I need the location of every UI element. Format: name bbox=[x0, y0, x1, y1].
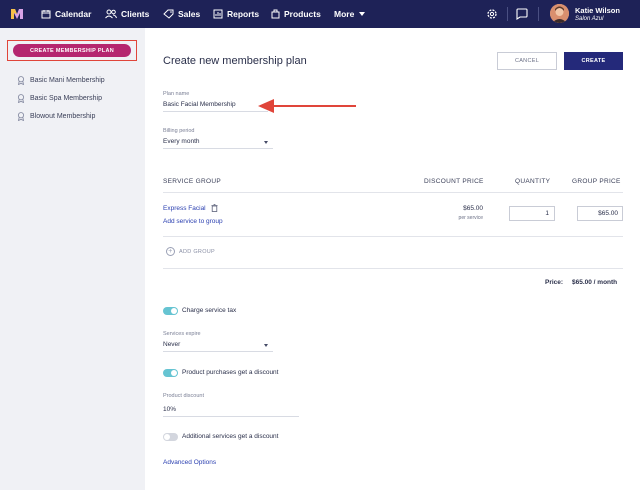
product-discount-toggle-label: Product purchases get a discount bbox=[182, 369, 279, 376]
gear-icon[interactable] bbox=[485, 7, 499, 21]
column-header-service-group: SERVICE GROUP bbox=[163, 178, 221, 185]
table-bottom-divider bbox=[163, 268, 623, 269]
nav-divider bbox=[507, 7, 508, 21]
membership-badge-icon bbox=[17, 112, 25, 121]
services-expire-select[interactable]: Never bbox=[163, 341, 180, 348]
nav-calendar[interactable]: Calendar bbox=[41, 0, 91, 28]
create-membership-plan-button[interactable]: CREATE MEMBERSHIP PLAN bbox=[13, 44, 131, 57]
product-discount-label: Product discount bbox=[163, 393, 204, 399]
page-title: Create new membership plan bbox=[163, 55, 307, 67]
calendar-icon bbox=[41, 10, 51, 19]
charge-service-tax-label: Charge service tax bbox=[182, 307, 237, 314]
toggle-knob bbox=[164, 434, 170, 440]
plan-name-label: Plan name bbox=[163, 91, 190, 97]
services-expire-label: Services expire bbox=[163, 331, 201, 337]
chevron-down-icon[interactable] bbox=[264, 141, 268, 144]
column-header-quantity: QUANTITY bbox=[515, 178, 551, 185]
discount-price-value: $65.00 bbox=[463, 205, 483, 212]
toggle-knob bbox=[171, 370, 177, 376]
advanced-options-link[interactable]: Advanced Options bbox=[163, 459, 216, 466]
sidebar-plan-item[interactable]: Blowout Membership bbox=[17, 112, 95, 121]
chevron-down-icon[interactable] bbox=[264, 344, 268, 347]
column-header-group-price: GROUP PRICE bbox=[572, 178, 621, 185]
chat-icon[interactable] bbox=[515, 7, 529, 21]
nav-sales-label: Sales bbox=[178, 9, 201, 19]
nav-more-label: More bbox=[334, 9, 355, 19]
per-service-label: per service bbox=[458, 215, 483, 221]
nav-sales[interactable]: Sales bbox=[163, 0, 200, 28]
nav-divider bbox=[538, 7, 539, 21]
red-arrow-annotation bbox=[258, 99, 356, 113]
plan-name-underline bbox=[163, 111, 268, 112]
services-expire-underline bbox=[163, 351, 273, 352]
billing-period-select[interactable]: Every month bbox=[163, 138, 200, 145]
product-discount-toggle[interactable] bbox=[163, 369, 178, 377]
additional-services-label: Additional services get a discount bbox=[182, 433, 279, 440]
toggle-knob bbox=[171, 308, 177, 314]
nav-reports[interactable]: Reports bbox=[213, 0, 259, 28]
reports-icon bbox=[213, 9, 223, 19]
nav-calendar-label: Calendar bbox=[55, 9, 92, 19]
add-service-to-group-link[interactable]: Add service to group bbox=[163, 218, 223, 225]
plus-circle-icon: + bbox=[166, 247, 175, 256]
user-salon: Salon Azul bbox=[575, 15, 604, 22]
user-name[interactable]: Katie Wilson bbox=[575, 6, 620, 15]
sidebar-plan-item[interactable]: Basic Spa Membership bbox=[17, 94, 102, 103]
add-group-label: ADD GROUP bbox=[179, 248, 216, 255]
chevron-down-icon bbox=[359, 12, 366, 16]
quantity-input[interactable]: 1 bbox=[509, 206, 555, 221]
app-logo-icon[interactable] bbox=[10, 7, 24, 21]
billing-period-label: Billing period bbox=[163, 128, 195, 134]
additional-services-toggle[interactable] bbox=[163, 433, 178, 441]
sidebar: CREATE MEMBERSHIP PLAN Basic Mani Member… bbox=[0, 28, 145, 490]
nav-more[interactable]: More bbox=[334, 0, 366, 28]
sidebar-plan-item[interactable]: Basic Mani Membership bbox=[17, 76, 105, 85]
membership-badge-icon bbox=[17, 76, 25, 85]
group-price-input[interactable]: $65.00 bbox=[577, 206, 623, 221]
nav-reports-label: Reports bbox=[227, 9, 260, 19]
membership-badge-icon bbox=[17, 94, 25, 103]
price-total: $65.00 / month bbox=[572, 279, 618, 286]
nav-clients-label: Clients bbox=[121, 9, 150, 19]
tag-icon bbox=[163, 9, 174, 19]
create-button[interactable]: CREATE bbox=[564, 52, 623, 70]
billing-period-underline bbox=[163, 148, 273, 149]
sidebar-plan-label: Blowout Membership bbox=[30, 113, 96, 120]
row-divider bbox=[163, 236, 623, 237]
sidebar-plan-label: Basic Spa Membership bbox=[30, 95, 102, 102]
cancel-button[interactable]: CANCEL bbox=[497, 52, 557, 70]
nav-products[interactable]: Products bbox=[271, 0, 321, 28]
sidebar-plan-label: Basic Mani Membership bbox=[30, 77, 105, 84]
products-icon bbox=[271, 9, 280, 19]
nav-clients[interactable]: Clients bbox=[105, 0, 149, 28]
charge-service-tax-toggle[interactable] bbox=[163, 307, 178, 315]
plan-name-input[interactable]: Basic Facial Membership bbox=[163, 101, 236, 108]
trash-icon[interactable] bbox=[211, 204, 218, 212]
column-header-discount-price: DISCOUNT PRICE bbox=[424, 178, 484, 185]
product-discount-input[interactable]: 10% bbox=[163, 406, 176, 413]
avatar[interactable] bbox=[550, 4, 569, 23]
product-discount-underline bbox=[163, 416, 299, 417]
nav-products-label: Products bbox=[284, 9, 321, 19]
table-divider bbox=[163, 192, 623, 193]
price-label: Price: bbox=[545, 279, 564, 286]
add-group-button[interactable]: + ADD GROUP bbox=[166, 247, 215, 256]
top-nav-bar: Calendar Clients Sales Reports Products … bbox=[0, 0, 640, 28]
service-name-link[interactable]: Express Facial bbox=[163, 205, 206, 212]
clients-icon bbox=[105, 9, 117, 19]
